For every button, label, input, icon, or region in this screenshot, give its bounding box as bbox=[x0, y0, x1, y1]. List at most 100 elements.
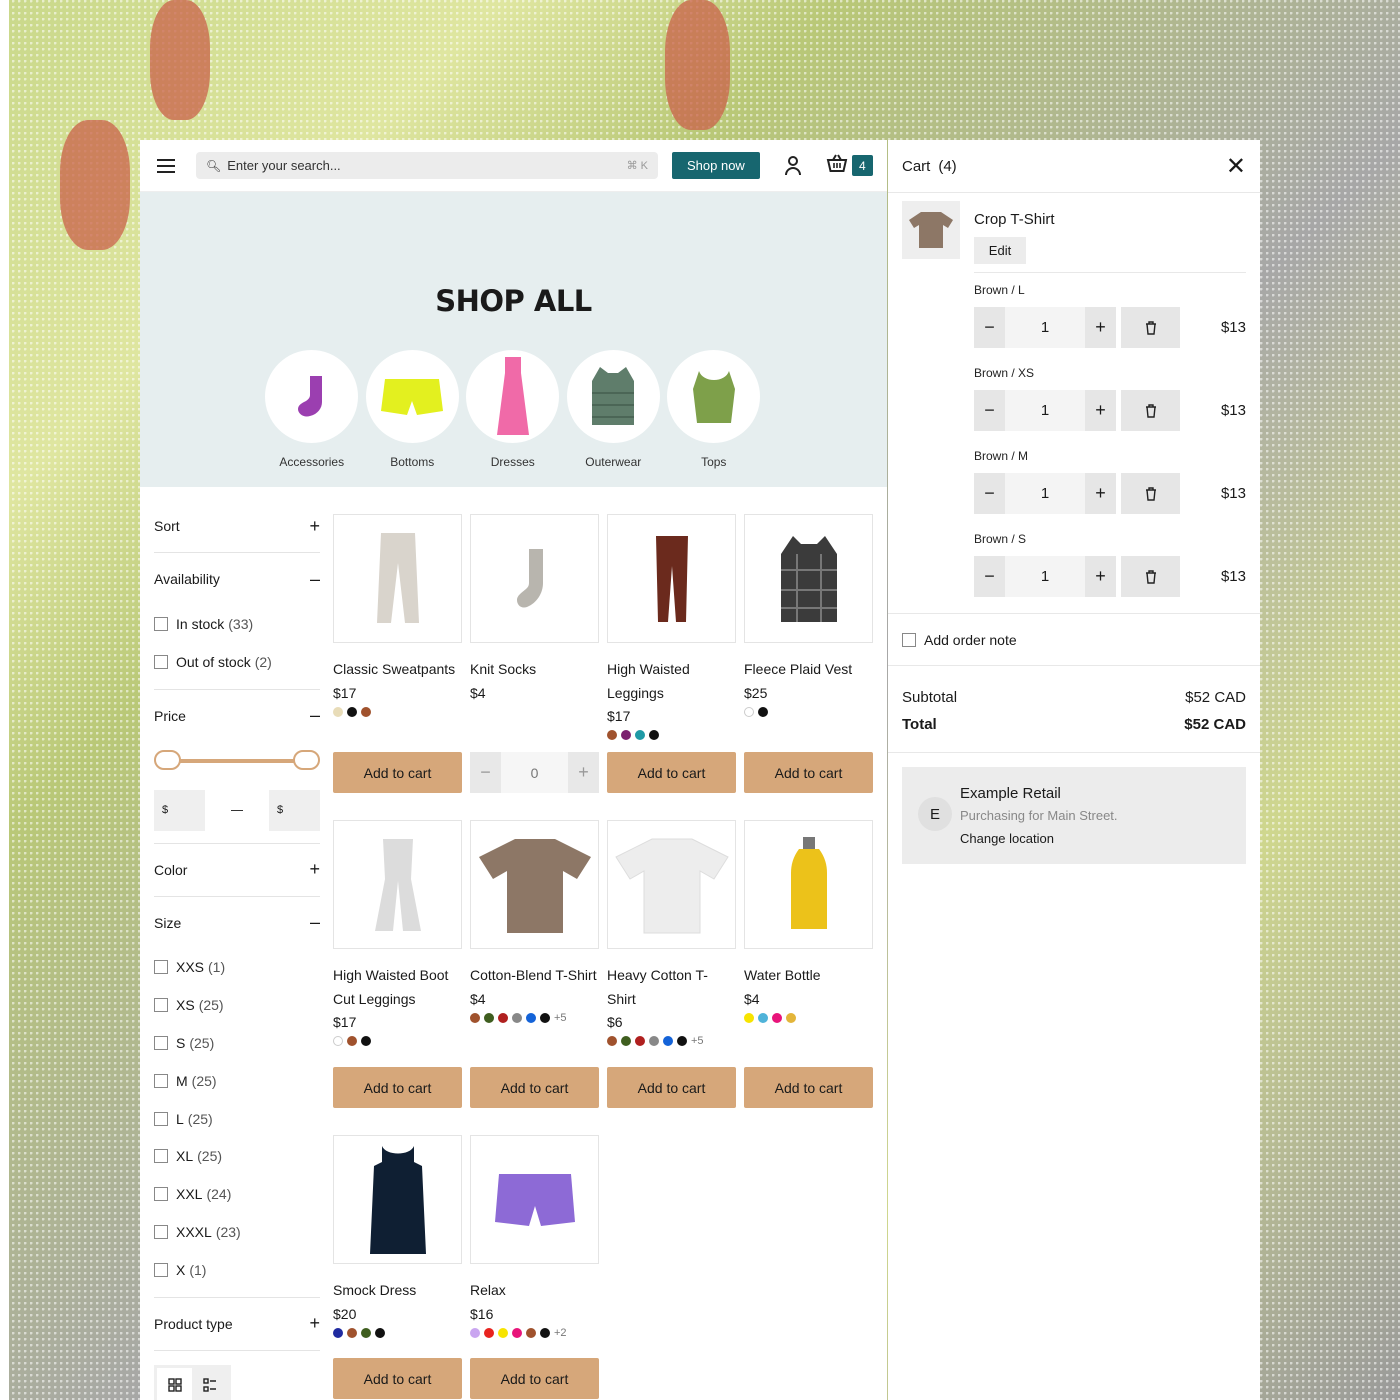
minus-icon[interactable]: − bbox=[470, 752, 501, 793]
checkbox[interactable] bbox=[154, 998, 168, 1013]
availability-option-in-stock[interactable]: In stock (33) bbox=[154, 605, 320, 643]
color-swatch[interactable] bbox=[607, 1036, 617, 1046]
checkbox[interactable] bbox=[154, 616, 168, 631]
product-image[interactable] bbox=[470, 514, 599, 643]
plus-icon[interactable]: + bbox=[1085, 390, 1116, 431]
color-swatch[interactable] bbox=[498, 1012, 508, 1023]
product-name[interactable]: Knit Socks bbox=[470, 658, 599, 682]
product-name[interactable]: Cotton-Blend T-Shirt bbox=[470, 964, 599, 988]
product-card[interactable]: Relax $16 +2 bbox=[470, 1135, 599, 1339]
category-accessories[interactable]: Accessories bbox=[265, 350, 359, 469]
size-option[interactable]: XS (25) bbox=[154, 986, 320, 1024]
checkbox[interactable] bbox=[154, 1036, 168, 1051]
quantity-value[interactable]: 1 bbox=[1005, 390, 1085, 431]
quantity-stepper[interactable]: −1 + bbox=[974, 307, 1116, 348]
add-to-cart-button[interactable]: Add to cart bbox=[744, 1067, 873, 1108]
color-swatch[interactable] bbox=[621, 730, 631, 740]
color-swatch[interactable] bbox=[347, 706, 357, 717]
plus-icon[interactable]: + bbox=[1085, 473, 1116, 514]
quantity-stepper[interactable]: −1 + bbox=[974, 473, 1116, 514]
menu-icon[interactable] bbox=[154, 154, 178, 178]
color-swatch[interactable] bbox=[540, 1327, 550, 1338]
size-option[interactable]: XL (25) bbox=[154, 1138, 320, 1176]
color-swatch[interactable] bbox=[635, 730, 645, 740]
order-note-row[interactable]: Add order note bbox=[888, 613, 1260, 665]
color-swatch[interactable] bbox=[744, 706, 754, 717]
checkbox[interactable] bbox=[902, 632, 916, 647]
color-swatch[interactable] bbox=[758, 1012, 768, 1023]
basket-icon[interactable] bbox=[826, 153, 848, 179]
product-image[interactable] bbox=[470, 820, 599, 949]
list-view-icon[interactable] bbox=[192, 1368, 227, 1400]
checkbox[interactable] bbox=[154, 960, 168, 975]
availability-filter-header[interactable]: Availability – bbox=[154, 553, 320, 605]
checkbox[interactable] bbox=[154, 1149, 168, 1164]
color-swatch[interactable] bbox=[772, 1012, 782, 1023]
minus-icon[interactable]: − bbox=[974, 473, 1005, 514]
checkbox[interactable] bbox=[154, 1187, 168, 1202]
color-swatch[interactable] bbox=[540, 1012, 550, 1023]
product-name[interactable]: Smock Dress bbox=[333, 1279, 462, 1303]
product-card[interactable]: Classic Sweatpants $17 bbox=[333, 514, 462, 718]
shop-now-button[interactable]: Shop now bbox=[672, 152, 760, 179]
checkbox[interactable] bbox=[154, 1225, 168, 1240]
availability-option-out-of-stock[interactable]: Out of stock (2) bbox=[154, 643, 320, 681]
trash-icon[interactable] bbox=[1121, 556, 1180, 597]
color-swatch[interactable] bbox=[758, 706, 768, 717]
checkbox[interactable] bbox=[154, 1262, 168, 1277]
product-image[interactable] bbox=[744, 820, 873, 949]
cart-count-badge[interactable]: 4 bbox=[851, 155, 873, 176]
add-to-cart-button[interactable]: Add to cart bbox=[744, 752, 873, 793]
quantity-stepper[interactable]: −1 + bbox=[974, 390, 1116, 431]
price-range-slider[interactable] bbox=[154, 746, 320, 776]
color-swatch[interactable] bbox=[484, 1327, 494, 1338]
size-option[interactable]: XXL (24) bbox=[154, 1175, 320, 1213]
product-card[interactable]: Knit Socks $4 bbox=[470, 514, 599, 718]
color-swatch[interactable] bbox=[484, 1012, 494, 1023]
category-bottoms[interactable]: Bottoms bbox=[365, 350, 460, 469]
product-name[interactable]: High Waisted Leggings bbox=[607, 658, 736, 705]
product-name[interactable]: Fleece Plaid Vest bbox=[744, 658, 873, 682]
product-image[interactable] bbox=[470, 1135, 599, 1264]
trash-icon[interactable] bbox=[1121, 390, 1180, 431]
plus-icon[interactable]: + bbox=[568, 752, 599, 793]
size-option[interactable]: L (25) bbox=[154, 1100, 320, 1138]
color-swatch[interactable] bbox=[512, 1327, 522, 1338]
size-option[interactable]: XXS (1) bbox=[154, 949, 320, 987]
add-to-cart-button[interactable]: Add to cart bbox=[470, 1358, 599, 1399]
color-swatch[interactable] bbox=[333, 1036, 343, 1046]
color-swatch[interactable] bbox=[361, 1327, 371, 1338]
plus-icon[interactable]: + bbox=[1085, 556, 1116, 597]
product-name[interactable]: High Waisted Boot Cut Leggings bbox=[333, 964, 462, 1011]
product-image[interactable] bbox=[333, 514, 462, 643]
sort-filter-header[interactable]: Sort + bbox=[154, 500, 320, 552]
quantity-stepper[interactable]: −0 + bbox=[470, 752, 599, 793]
product-type-filter-header[interactable]: Product type + bbox=[154, 1298, 320, 1350]
product-card[interactable]: Heavy Cotton T-Shirt $6 +5 bbox=[607, 820, 736, 1047]
search-input[interactable]: 🔍︎ Enter your search... ⌘ K bbox=[196, 152, 658, 179]
size-option[interactable]: X (1) bbox=[154, 1251, 320, 1289]
color-swatch[interactable] bbox=[526, 1327, 536, 1338]
color-swatch[interactable] bbox=[786, 1012, 796, 1023]
color-swatch[interactable] bbox=[347, 1327, 357, 1338]
trash-icon[interactable] bbox=[1121, 307, 1180, 348]
category-dresses[interactable]: Dresses bbox=[466, 350, 560, 469]
category-tops[interactable]: Tops bbox=[667, 350, 761, 469]
slider-min-handle[interactable] bbox=[154, 749, 181, 770]
size-option[interactable]: S (25) bbox=[154, 1024, 320, 1062]
product-name[interactable]: Classic Sweatpants bbox=[333, 658, 462, 682]
plus-icon[interactable]: + bbox=[1085, 307, 1116, 348]
color-filter-header[interactable]: Color + bbox=[154, 844, 320, 896]
add-to-cart-button[interactable]: Add to cart bbox=[607, 752, 736, 793]
minus-icon[interactable]: − bbox=[974, 307, 1005, 348]
color-swatch[interactable] bbox=[361, 706, 371, 717]
color-swatch[interactable] bbox=[607, 730, 617, 740]
close-icon[interactable]: ✕ bbox=[1226, 152, 1246, 181]
price-min-input[interactable]: $ bbox=[154, 789, 205, 831]
edit-button[interactable]: Edit bbox=[974, 237, 1026, 264]
color-swatch[interactable] bbox=[347, 1036, 357, 1046]
checkbox[interactable] bbox=[154, 1073, 168, 1088]
color-swatch[interactable] bbox=[621, 1036, 631, 1046]
change-location-link[interactable]: Change location bbox=[960, 831, 1054, 846]
add-to-cart-button[interactable]: Add to cart bbox=[333, 1358, 462, 1399]
